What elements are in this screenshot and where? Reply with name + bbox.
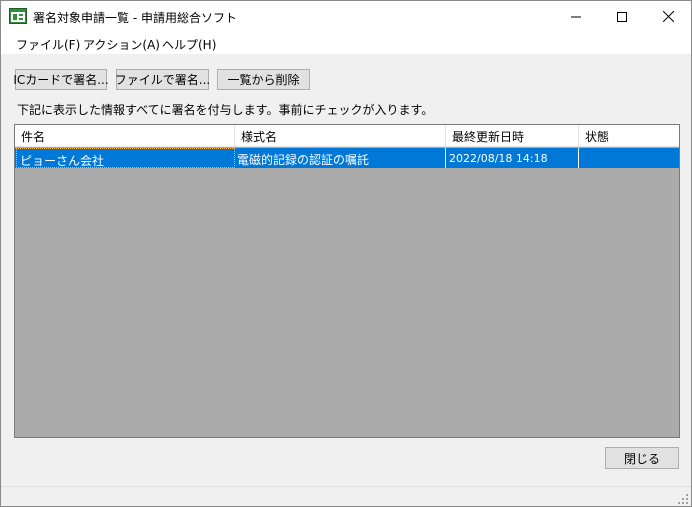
close-button[interactable]: 閉じる (605, 447, 679, 469)
resize-grip-icon[interactable] (678, 493, 688, 504)
minimize-icon (571, 16, 581, 17)
ic-card-sign-button[interactable]: ICカードで署名... (13, 69, 109, 90)
maximize-button[interactable] (599, 1, 645, 32)
menu-file[interactable]: ファイル(F) (16, 36, 80, 53)
menu-action[interactable]: アクション(A) (83, 36, 160, 53)
status-bar (1, 486, 691, 506)
column-header-updated[interactable]: 最終更新日時 (446, 125, 579, 146)
row-updated: 2022/08/18 14:18 (446, 148, 579, 168)
row-form-name: 電磁的記録の認証の嘱託 (235, 148, 446, 168)
row-status (579, 148, 679, 168)
column-header-subject[interactable]: 件名 (15, 125, 235, 146)
window-title: 署名対象申請一覧 - 申請用総合ソフト (33, 11, 237, 25)
application-list[interactable]: 件名 様式名 最終更新日時 状態 ピョーさん会社 電磁的記録の認証の嘱託 202… (14, 124, 680, 438)
column-header-status[interactable]: 状態 (579, 125, 679, 146)
main-window: 署名対象申請一覧 - 申請用総合ソフト ファイル(F) アクション(A) ヘルプ… (0, 0, 692, 507)
title-bar[interactable]: 署名対象申請一覧 - 申請用総合ソフト (1, 1, 691, 32)
close-icon (662, 11, 674, 22)
menu-help[interactable]: ヘルプ(H) (162, 36, 216, 53)
file-sign-button[interactable]: ファイルで署名... (115, 69, 210, 90)
maximize-icon (617, 11, 627, 22)
list-header: 件名 様式名 最終更新日時 状態 (15, 125, 679, 147)
list-row[interactable]: ピョーさん会社 電磁的記録の認証の嘱託 2022/08/18 14:18 (15, 148, 679, 168)
info-message: 下記に表示した情報すべてに署名を付与します。事前にチェックが入ります。 (17, 103, 434, 117)
row-subject: ピョーさん会社 (16, 148, 235, 168)
app-icon[interactable] (9, 8, 27, 24)
minimize-button[interactable] (553, 1, 599, 32)
column-header-form-name[interactable]: 様式名 (235, 125, 446, 146)
menu-bar: ファイル(F) アクション(A) ヘルプ(H) (1, 32, 691, 54)
close-window-button[interactable] (645, 1, 691, 32)
remove-from-list-button[interactable]: 一覧から削除 (217, 69, 310, 90)
